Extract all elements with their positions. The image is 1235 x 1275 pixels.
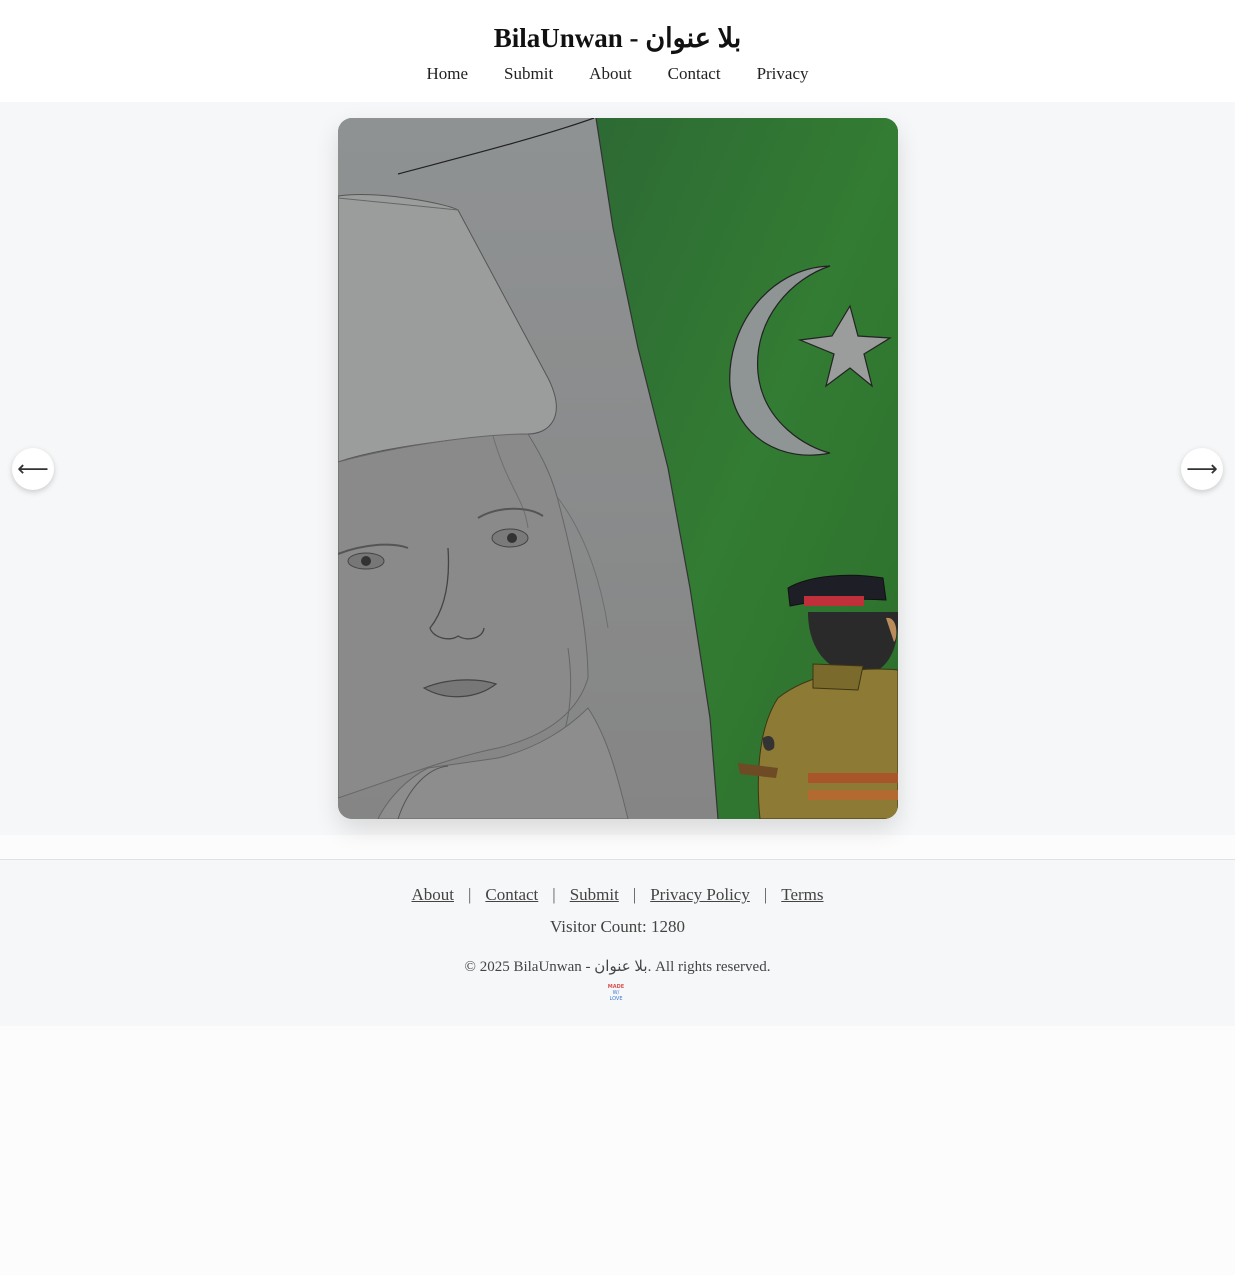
- footer-separator: |: [763, 885, 768, 904]
- site-footer: About | Contact | Submit | Privacy Polic…: [0, 859, 1235, 1026]
- artwork-drawing: [338, 118, 898, 819]
- right-arrow-icon: ⟶: [1186, 456, 1218, 482]
- footer-links: About | Contact | Submit | Privacy Polic…: [0, 885, 1235, 905]
- footer-contact-link[interactable]: Contact: [485, 885, 538, 905]
- footer-terms-link[interactable]: Terms: [781, 885, 823, 905]
- artwork-image[interactable]: [338, 118, 898, 819]
- nav-submit-link[interactable]: Submit: [504, 62, 553, 86]
- next-arrow-button[interactable]: ⟶: [1181, 448, 1223, 490]
- previous-arrow-button[interactable]: ⟵: [12, 448, 54, 490]
- footer-privacy-policy-link[interactable]: Privacy Policy: [650, 885, 750, 905]
- nav-privacy-link[interactable]: Privacy: [757, 62, 809, 86]
- site-header: BilaUnwan - بلا عنوان Home Submit About …: [0, 0, 1235, 102]
- nav-home-link[interactable]: Home: [427, 62, 469, 86]
- site-title[interactable]: BilaUnwan - بلا عنوان: [0, 20, 1235, 56]
- left-arrow-icon: ⟵: [17, 456, 49, 482]
- footer-separator: |: [552, 885, 556, 904]
- artwork-gallery: ⟵ ⟶: [0, 102, 1235, 835]
- footer-separator: |: [632, 885, 637, 904]
- badge-line-2: W/ LOVE: [609, 990, 623, 1002]
- top-nav: Home Submit About Contact Privacy: [0, 62, 1235, 86]
- footer-about-link[interactable]: About: [411, 885, 454, 905]
- footer-submit-link[interactable]: Submit: [570, 885, 619, 905]
- badge-icon[interactable]: MADE W/ LOVE: [606, 984, 626, 1002]
- visitor-count: Visitor Count: 1280: [550, 917, 685, 936]
- footer-separator: |: [467, 885, 472, 904]
- copyright-text: © 2025 BilaUnwan - بلا عنوان. All rights…: [464, 959, 771, 975]
- nav-about-link[interactable]: About: [589, 62, 632, 86]
- nav-contact-link[interactable]: Contact: [668, 62, 721, 86]
